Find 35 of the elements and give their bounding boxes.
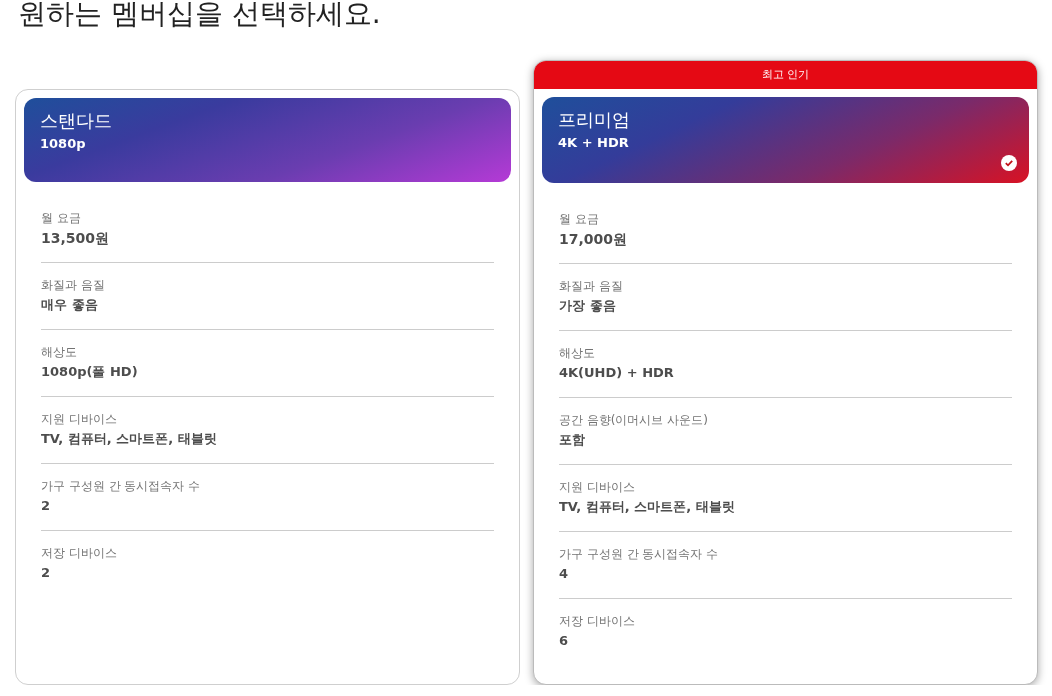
- feature-value: TV, 컴퓨터, 스마트폰, 태블릿: [41, 430, 218, 448]
- price-value: 17,000원: [559, 230, 629, 249]
- feature-label: 월 요금: [41, 210, 82, 227]
- feature-label: 월 요금: [559, 211, 600, 228]
- feature-label: 화질과 음질: [559, 278, 624, 295]
- feature-label: 공간 음향(이머시브 사운드): [559, 412, 709, 429]
- feature-value: 2: [41, 564, 52, 582]
- feature-label: 화질과 음질: [41, 277, 106, 294]
- feature-label: 저장 디바이스: [41, 545, 118, 562]
- price-value: 13,500원: [41, 229, 111, 248]
- feature-value: 6: [559, 632, 570, 650]
- feature-value: 가장 좋음: [559, 297, 617, 315]
- feature-value: 4K(UHD) + HDR: [559, 364, 675, 382]
- feature-label: 저장 디바이스: [559, 613, 636, 630]
- feature-value: TV, 컴퓨터, 스마트폰, 태블릿: [559, 498, 736, 516]
- feature-value: 1080p(풀 HD): [41, 363, 139, 381]
- feature-label: 지원 디바이스: [559, 479, 636, 496]
- feature-value: 매우 좋음: [41, 296, 99, 314]
- page-heading: 원하는 멤버십을 선택하세요.: [18, 0, 382, 31]
- checkmark-icon: [1001, 155, 1017, 171]
- plan-card[interactable]: 최고 인기 프리미엄 4K + HDR 월 요금 17,000원 화질과 음질 가장 좋음 해상도 4K(UHD) + HDR 공간 음향(이머시브 사운드) 포함 지원 디바이스 TV, 컴퓨터, 스마트폰, 태블릿 가구 구성원 간 동시접속자 수 4 저장 디바이스 6: [533, 60, 1038, 685]
- plan-resolution: 4K + HDR: [558, 135, 630, 150]
- feature-label: 가구 구성원 간 동시접속자 수: [41, 478, 202, 495]
- feature-label: 지원 디바이스: [41, 411, 118, 428]
- plan-card[interactable]: 스탠다드 1080p 월 요금 13,500원 화질과 음질 매우 좋음 해상도 1080p(풀 HD) 지원 디바이스 TV, 컴퓨터, 스마트폰, 태블릿 가구 구성원 간 동시접속자 수 2 저장 디바이스 2: [15, 89, 520, 685]
- feature-label: 해상도: [559, 345, 596, 362]
- feature-value: 포함: [559, 431, 586, 449]
- plan-name: 프리미엄: [558, 108, 631, 132]
- feature-value: 2: [41, 497, 52, 515]
- feature-label: 가구 구성원 간 동시접속자 수: [559, 546, 720, 563]
- plan-name: 스탠다드: [40, 109, 113, 133]
- plan-resolution: 1080p: [40, 136, 87, 151]
- feature-value: 4: [559, 565, 570, 583]
- feature-label: 해상도: [41, 344, 78, 361]
- popular-badge: 최고 인기: [534, 61, 1037, 89]
